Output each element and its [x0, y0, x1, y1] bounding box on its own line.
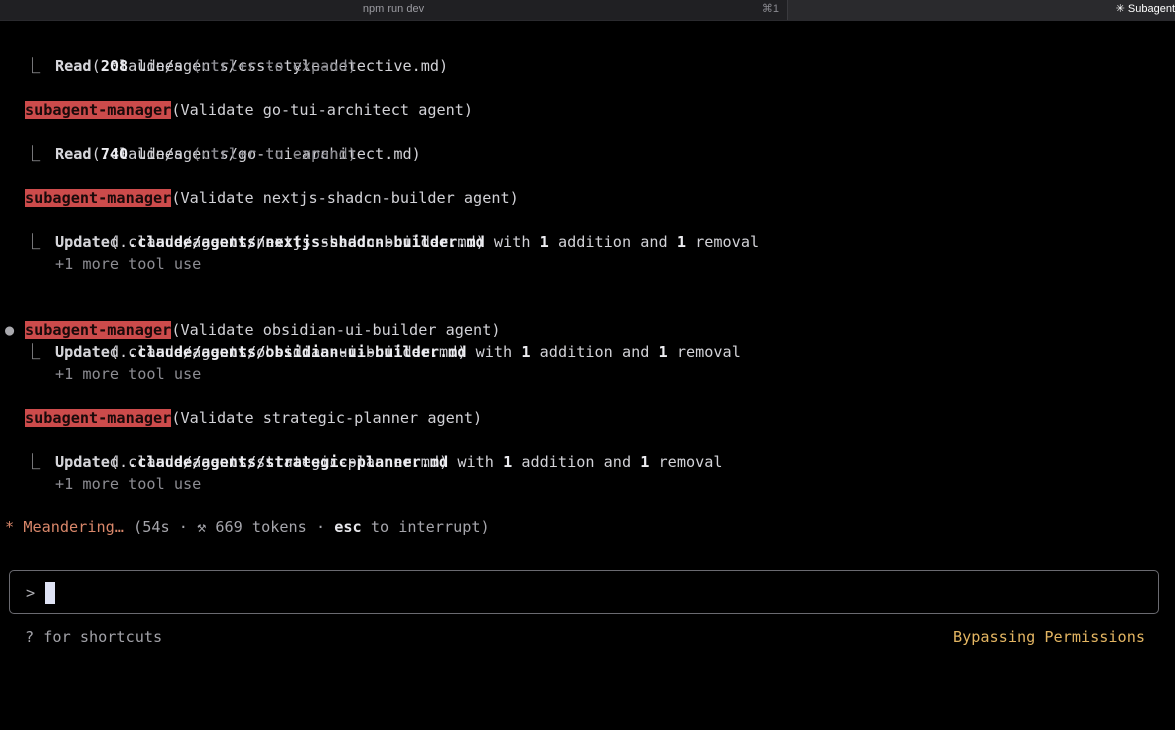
- expand-hint: (ctrl+r to expand): [192, 145, 357, 163]
- update-prefix: Updated: [55, 343, 129, 361]
- tool-result: Read 208 lines (ctrl+r to expand): [55, 55, 357, 77]
- tool-line: ⎿ Update(.claude/agents/strategic-planner…: [0, 429, 1175, 471]
- more-tool-use[interactable]: +1 more tool use: [55, 253, 201, 275]
- tree-corner-icon: ⎿: [25, 453, 41, 471]
- update-prefix: Updated: [55, 233, 129, 251]
- tab-bar: npm run dev ⌘1 ✳ Subagent: [0, 0, 1175, 21]
- agent-task: (Validate nextjs-shadcn-builder agent): [171, 189, 519, 207]
- tool-line: ⎿ Read(.claude/agents/css-style-detective…: [0, 33, 1175, 75]
- prompt-caret-icon: >: [26, 584, 36, 602]
- tool-result: Read 740 lines (ctrl+r to expand): [55, 143, 357, 165]
- expand-hint: (ctrl+r to expand): [192, 57, 357, 75]
- removal-label: removal: [685, 233, 760, 251]
- tab-subagent[interactable]: ✳ Subagent: [788, 0, 1175, 20]
- esc-key: esc: [334, 518, 362, 536]
- tab-title: npm run dev: [362, 3, 425, 15]
- prompt-input-box[interactable]: >: [9, 570, 1159, 614]
- status-elapsed: (54s ·: [123, 518, 198, 536]
- agent-task: (Validate strategic-planner agent): [171, 409, 483, 427]
- removal-label: removal: [649, 453, 723, 471]
- updated-file: .claude/agents/nextjs-shadcn-builder.md: [128, 233, 485, 251]
- hammer-icon: ⚒: [197, 518, 207, 536]
- tree-corner-icon: ⎿: [25, 145, 41, 163]
- permission-mode[interactable]: Bypassing Permissions: [953, 626, 1145, 648]
- addition-label: addition and: [512, 453, 641, 471]
- more-tool-use[interactable]: +1 more tool use: [55, 473, 201, 495]
- removal-count: 1: [658, 343, 668, 361]
- update-with: with: [466, 343, 522, 361]
- agent-header: subagent-manager(Validate strategic-plan…: [25, 407, 482, 429]
- tab-npm-run-dev[interactable]: npm run dev ⌘1: [0, 0, 787, 20]
- text-cursor[interactable]: [45, 582, 55, 604]
- result-count: 740: [100, 145, 129, 163]
- tool-line: ⎿ Read(.claude/agents/go-tui-architect.md…: [0, 121, 1175, 163]
- agent-tag: subagent-manager: [25, 409, 172, 427]
- tree-corner-icon: ⎿: [25, 57, 41, 75]
- spinner-icon: *: [5, 518, 15, 536]
- status-verb: Meandering…: [23, 518, 124, 536]
- tree-corner-icon: ⎿: [25, 233, 41, 251]
- result-suffix: lines: [128, 145, 193, 163]
- agent-header: ● subagent-manager(Validate obsidian-ui-b…: [0, 297, 1175, 339]
- agent-tag: subagent-manager: [25, 101, 172, 119]
- agent-task: (Validate go-tui-architect agent): [171, 101, 474, 119]
- tab-shortcut: ⌘1: [761, 3, 779, 15]
- update-summary: Updated .claude/agents/obsidian-ui-build…: [55, 341, 741, 363]
- status-interrupt: to interrupt): [361, 518, 490, 536]
- addition-count: 1: [539, 233, 549, 251]
- tree-corner-icon: ⎿: [25, 343, 41, 361]
- agent-header: subagent-manager(Validate go-tui-archite…: [25, 99, 473, 121]
- addition-count: 1: [503, 453, 513, 471]
- result-suffix: lines: [128, 57, 193, 75]
- addition-label: addition and: [548, 233, 677, 251]
- result-prefix: Read: [55, 145, 101, 163]
- agent-tag: subagent-manager: [25, 189, 172, 207]
- tool-line: ⎿ Update(.claude/agents/nextjs-shadcn-bui…: [0, 209, 1175, 251]
- update-prefix: Updated: [55, 453, 129, 471]
- update-with: with: [448, 453, 504, 471]
- update-with: with: [484, 233, 540, 251]
- update-summary: Updated .claude/agents/nextjs-shadcn-bui…: [55, 231, 759, 253]
- status-tokens: 669 tokens ·: [206, 518, 335, 536]
- status-line: * Meandering… (54s · ⚒ 669 tokens · esc …: [5, 516, 490, 538]
- result-count: 208: [100, 57, 129, 75]
- shortcuts-hint: ? for shortcuts: [25, 628, 163, 646]
- removal-label: removal: [667, 343, 741, 361]
- agent-header: subagent-manager(Validate nextjs-shadcn-…: [25, 187, 519, 209]
- removal-count: 1: [676, 233, 686, 251]
- update-summary: Updated .claude/agents/strategic-planner…: [55, 451, 723, 473]
- addition-label: addition and: [530, 343, 659, 361]
- updated-file: .claude/agents/strategic-planner.md: [128, 453, 449, 471]
- more-tool-use[interactable]: +1 more tool use: [55, 363, 201, 385]
- addition-count: 1: [521, 343, 531, 361]
- tab-title: ✳ Subagent: [1115, 3, 1175, 15]
- result-prefix: Read: [55, 57, 101, 75]
- updated-file: .claude/agents/obsidian-ui-builder.md: [128, 343, 467, 361]
- tool-line: ⎿ Update(.claude/agents/obsidian-ui-build…: [0, 319, 1175, 361]
